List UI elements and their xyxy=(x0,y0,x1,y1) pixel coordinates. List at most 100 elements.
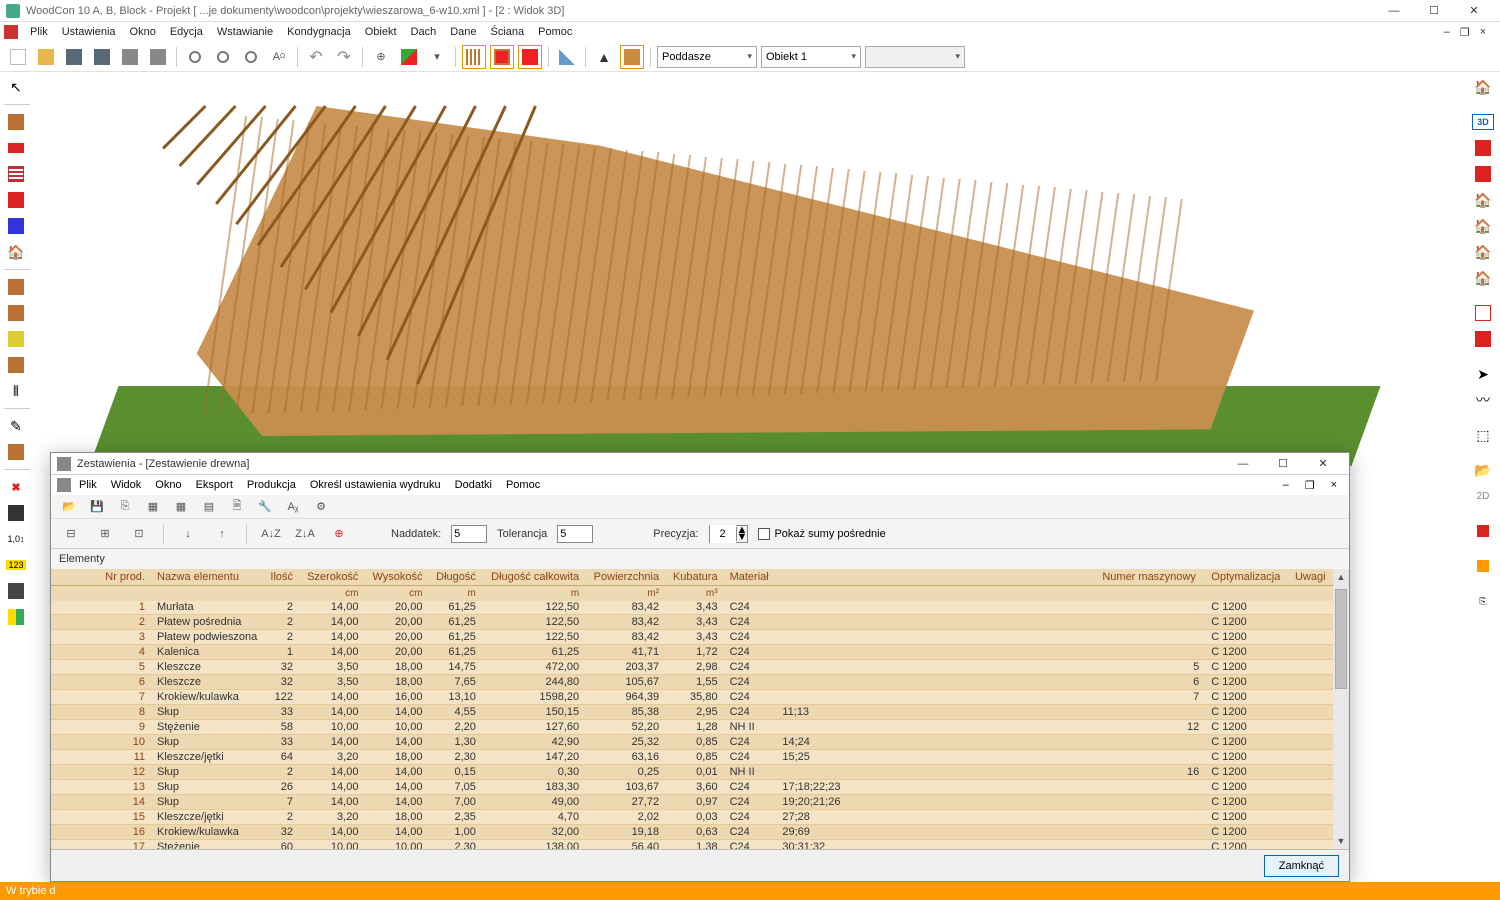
col-8[interactable]: Kubatura xyxy=(665,569,723,586)
fill-tool[interactable] xyxy=(4,502,28,524)
table-row[interactable]: 15Kleszcze/jętki23,2018,002,354,702,020,… xyxy=(51,810,1333,825)
cmenu-plik[interactable]: Plik xyxy=(73,477,103,493)
box-tool[interactable] xyxy=(4,441,28,463)
menu-plik[interactable]: Plik xyxy=(24,24,54,40)
window-tool[interactable] xyxy=(4,137,28,159)
zoom-fit-button[interactable] xyxy=(239,45,263,69)
dropdown-icon[interactable]: ▾ xyxy=(425,45,449,69)
mdi-close-icon[interactable]: × xyxy=(1476,26,1490,39)
menu-dach[interactable]: Dach xyxy=(405,24,443,40)
view-arrow[interactable]: ➤ xyxy=(1471,363,1495,385)
mdi-restore-icon[interactable]: ❐ xyxy=(1456,26,1474,39)
view-red2[interactable] xyxy=(1471,163,1495,185)
col-2[interactable]: Ilość xyxy=(263,569,299,586)
col-3[interactable]: Szerokość xyxy=(299,569,364,586)
col-13[interactable]: Uwagi xyxy=(1289,569,1333,586)
beam3-tool[interactable] xyxy=(4,328,28,350)
rights-view[interactable]: ⎘ xyxy=(1471,590,1495,612)
table-row[interactable]: 12Słup214,0014,000,150,300,250,01NH II16… xyxy=(51,765,1333,780)
menu-wstawianie[interactable]: Wstawianie xyxy=(211,24,279,40)
col-12[interactable]: Optymalizacja xyxy=(1205,569,1289,586)
ct-doc[interactable]: 🗎 xyxy=(225,495,249,519)
house-tool[interactable]: 🏠 xyxy=(4,241,28,263)
cmenu-pomoc[interactable]: Pomoc xyxy=(500,477,546,493)
scroll-down-icon[interactable]: ▼ xyxy=(1333,833,1349,849)
ct-open[interactable]: 📂 xyxy=(57,495,81,519)
maximize-button[interactable]: ☐ xyxy=(1414,0,1454,22)
col-4[interactable]: Wysokość xyxy=(364,569,428,586)
grid-tool[interactable] xyxy=(4,163,28,185)
child-mdi-rest[interactable]: ❐ xyxy=(1299,477,1321,494)
pokazsumy-checkbox[interactable]: Pokaż sumy pośrednie xyxy=(758,528,885,540)
table-scrollbar[interactable]: ▲ ▼ xyxy=(1333,569,1349,849)
child-titlebar[interactable]: Zestawienia - [Zestawienie drewna] — ☐ ✕ xyxy=(51,453,1349,475)
menu-sciana[interactable]: Ściana xyxy=(485,24,531,40)
target-button[interactable]: ⊕ xyxy=(369,45,393,69)
undo-button[interactable]: ↶ xyxy=(304,45,328,69)
precyzja-input[interactable] xyxy=(710,525,736,543)
3d-cube-button[interactable] xyxy=(397,45,421,69)
cmenu-eksport[interactable]: Eksport xyxy=(190,477,239,493)
ct2-3[interactable]: ⊡ xyxy=(127,522,151,546)
cmenu-produkcja[interactable]: Produkcja xyxy=(241,477,302,493)
child-close[interactable]: ✕ xyxy=(1303,457,1343,470)
col-7[interactable]: Powierzchnia xyxy=(585,569,665,586)
2d-view[interactable]: 2D xyxy=(1471,485,1495,507)
table-row[interactable]: 5Kleszcze323,5018,0014,75472,00203,372,9… xyxy=(51,660,1333,675)
view-house4[interactable]: 🏠 xyxy=(1471,267,1495,289)
ct-wrench[interactable]: 🔧 xyxy=(253,495,277,519)
view-solid[interactable] xyxy=(1471,328,1495,350)
pointer-button[interactable]: ▲ xyxy=(592,45,616,69)
table-row[interactable]: 3Płatew podwieszona214,0020,0061,25122,5… xyxy=(51,630,1333,645)
close-child-button[interactable]: Zamknąć xyxy=(1264,855,1339,877)
beam2-tool[interactable] xyxy=(4,302,28,324)
beam1-tool[interactable] xyxy=(4,276,28,298)
close-button[interactable]: ✕ xyxy=(1454,0,1494,22)
view-3d[interactable]: 3D xyxy=(1471,111,1495,133)
table-row[interactable]: 1Murłata214,0020,0061,25122,5083,423,43C… xyxy=(51,600,1333,615)
ct2-sort-az[interactable]: A↓Z xyxy=(259,522,283,546)
open-button[interactable] xyxy=(34,45,58,69)
menu-dane[interactable]: Dane xyxy=(444,24,482,40)
table-row[interactable]: 11Kleszcze/jętki643,2018,002,30147,2063,… xyxy=(51,750,1333,765)
table-row[interactable]: 9Stężenie5810,0010,002,20127,6052,201,28… xyxy=(51,720,1333,735)
table-row[interactable]: 2Płatew pośrednia214,0020,0061,25122,508… xyxy=(51,615,1333,630)
object-combo[interactable]: Obiekt 1 xyxy=(761,46,861,68)
menu-kondygnacja[interactable]: Kondygnacja xyxy=(281,24,357,40)
view-red1[interactable] xyxy=(1471,137,1495,159)
hatch-button[interactable] xyxy=(555,45,579,69)
view-wire[interactable] xyxy=(1471,302,1495,324)
new-button[interactable] xyxy=(6,45,30,69)
orange-view[interactable] xyxy=(1471,555,1495,577)
tolerancja-input[interactable] xyxy=(557,525,593,543)
col-5[interactable]: Długość xyxy=(428,569,481,586)
view-house1[interactable]: 🏠 xyxy=(1471,189,1495,211)
view-curve[interactable]: 〰 xyxy=(1471,389,1495,411)
menu-pomoc[interactable]: Pomoc xyxy=(532,24,578,40)
menu-edycja[interactable]: Edycja xyxy=(164,24,209,40)
flip-tool[interactable] xyxy=(4,606,28,628)
table-row[interactable]: 7Krokiew/kulawka12214,0016,0013,101598,2… xyxy=(51,690,1333,705)
columns-tool[interactable]: ⦀ xyxy=(4,380,28,402)
ct-gear[interactable]: ⚙ xyxy=(309,495,333,519)
table-row[interactable]: 14Słup714,0014,007,0049,0027,720,97C2419… xyxy=(51,795,1333,810)
child-mdi-close[interactable]: × xyxy=(1325,477,1343,494)
cmenu-dodatki[interactable]: Dodatki xyxy=(449,477,498,493)
cmenu-okno[interactable]: Okno xyxy=(149,477,187,493)
grid2-button[interactable] xyxy=(490,45,514,69)
elements-table[interactable]: Nr prod.Nazwa elementuIlośćSzerokośćWyso… xyxy=(51,569,1333,849)
col-11[interactable]: Numer maszynowy xyxy=(1096,569,1205,586)
material-button[interactable] xyxy=(620,45,644,69)
table-row[interactable]: 16Krokiew/kulawka3214,0014,001,0032,0019… xyxy=(51,825,1333,840)
redo-button[interactable]: ↷ xyxy=(332,45,356,69)
minimize-button[interactable]: — xyxy=(1374,0,1414,22)
col-0[interactable]: Nr prod. xyxy=(51,569,151,586)
table-row[interactable]: 13Słup2614,0014,007,05183,30103,673,60C2… xyxy=(51,780,1333,795)
ct-text[interactable]: Aᵪ xyxy=(281,495,305,519)
red-view[interactable] xyxy=(1471,520,1495,542)
table-row[interactable]: 17Stężenie6010,0010,002,30138,0056,401,3… xyxy=(51,840,1333,850)
save-as-button[interactable] xyxy=(90,45,114,69)
scroll-up-icon[interactable]: ▲ xyxy=(1333,569,1349,585)
save-button[interactable] xyxy=(62,45,86,69)
numbers-tool[interactable]: 123 xyxy=(4,554,28,576)
